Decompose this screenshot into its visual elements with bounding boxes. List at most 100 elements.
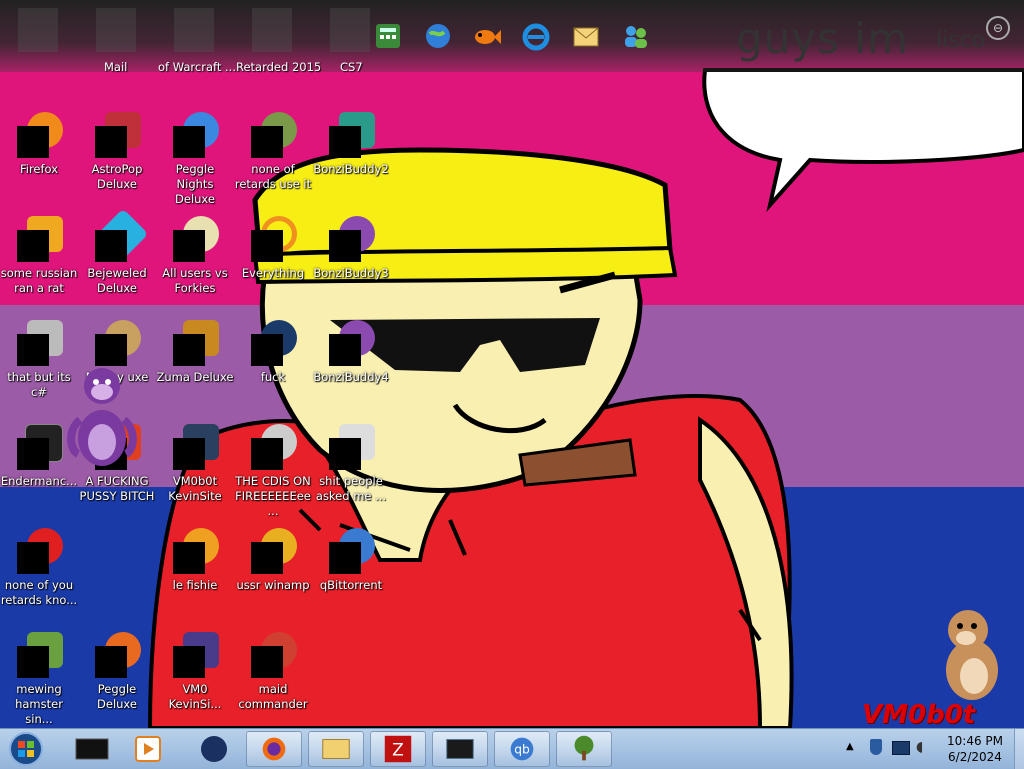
security-shield-icon[interactable]: [870, 739, 882, 755]
bonzibuddy-agent[interactable]: [62, 360, 142, 472]
tray-expand-icon[interactable]: ▲: [846, 741, 854, 752]
desktop-icon-shit-people-asked[interactable]: shit people asked me ...: [312, 424, 390, 524]
vm0b0t-watermark: VM0b0t: [862, 700, 976, 728]
svg-text:qb: qb: [514, 743, 530, 757]
taskbar-tree-app-icon[interactable]: [556, 731, 612, 767]
redaction-box: [95, 230, 127, 262]
desktop-icon-bonzibuddy3[interactable]: BonziBuddy3: [312, 216, 390, 316]
partial-label-warcraft: of Warcraft ...: [158, 60, 236, 74]
desktop-icon-label: Everything: [241, 266, 305, 280]
partial-label-retarded: Retarded 2015: [236, 60, 322, 74]
redaction-box: [329, 334, 361, 366]
ghost-app-icon: [18, 8, 58, 52]
overlay-caption: guys im: [736, 14, 909, 63]
redaction-box: [329, 438, 361, 470]
desktop-icon-label: some russian ran a rat: [0, 266, 78, 295]
desktop-icon-label: AstroPop Deluxe: [91, 162, 143, 191]
volume-icon[interactable]: ◖: [916, 739, 923, 755]
redaction-box: [17, 438, 49, 470]
desktop[interactable]: Mail of Warcraft ... Retarded 2015 CS7 g…: [0, 0, 1024, 728]
desktop-icon-bonzibuddy2[interactable]: BonziBuddy2: [312, 112, 390, 212]
taskbar-terminal-2-icon[interactable]: [432, 731, 488, 767]
desktop-icon-vm0b0t-kevinsite[interactable]: VM0b0t KevinSite: [156, 424, 234, 524]
redaction-box: [329, 126, 361, 158]
taskbar-clock[interactable]: 10:46 PM 6/2/2024: [940, 733, 1010, 765]
desktop-icon-label: A FUCKING PUSSY BITCH: [79, 474, 155, 503]
ghost-mail-icon: [96, 8, 136, 52]
desktop-icon-maid-commander[interactable]: maid commander: [234, 632, 312, 728]
desktop-icon-label: shit people asked me ...: [315, 474, 387, 503]
redaction-box: [173, 542, 205, 574]
desktop-icon-label: le fishie: [172, 578, 218, 592]
desktop-icon-label: VM0b0t KevinSite: [168, 474, 222, 503]
redaction-box: [251, 542, 283, 574]
overlay-caption-2: lisco: [936, 28, 986, 53]
desktop-icon-label: Firefox: [19, 162, 59, 176]
partial-label-cs7: CS7: [340, 60, 363, 74]
desktop-icon-none-of-you-retards[interactable]: none of you retards kno...: [0, 528, 78, 628]
taskbar-terminal-icon[interactable]: [64, 731, 120, 767]
taskbar-explorer-icon[interactable]: [308, 731, 364, 767]
desktop-icon-ussr-winamp[interactable]: ussr winamp: [234, 528, 312, 628]
desktop-icon-firefox[interactable]: Firefox: [0, 112, 78, 212]
redaction-box: [251, 646, 283, 678]
desktop-icon-bonzibuddy4[interactable]: BonziBuddy4: [312, 320, 390, 420]
redaction-box: [17, 230, 49, 262]
desktop-icon-everything[interactable]: Everything: [234, 216, 312, 316]
desktop-icon-label: BonziBuddy4: [313, 370, 389, 384]
desktop-icon-the-cdis-on-fire[interactable]: THE CDIS ON FIREEEEEEee...: [234, 424, 312, 524]
redaction-box: [173, 646, 205, 678]
taskbar-qbittorrent-icon[interactable]: qb: [494, 731, 550, 767]
desktop-icon-label: BonziBuddy3: [313, 266, 389, 280]
show-desktop-button[interactable]: [1014, 729, 1024, 769]
desktop-icon-astropop[interactable]: AstroPop Deluxe: [78, 112, 156, 212]
desktop-icon-zuma[interactable]: Zuma Deluxe: [156, 320, 234, 420]
calculator-icon[interactable]: [372, 20, 404, 52]
desktop-icon-fuck[interactable]: fuck: [234, 320, 312, 420]
desktop-icon-le-fishie[interactable]: le fishie: [156, 528, 234, 628]
desktop-icon-label: mewing hamster sin...: [15, 682, 63, 726]
desktop-icon-label: none of you retards kno...: [0, 578, 78, 607]
taskbar-globe-icon[interactable]: [186, 731, 242, 767]
redaction-box: [95, 126, 127, 158]
redaction-box: [17, 542, 49, 574]
ghost-warcraft-icon: [174, 8, 214, 52]
taskbar-media-player-icon[interactable]: [120, 731, 176, 767]
desktop-icon-label: Bejeweled Deluxe: [87, 266, 147, 295]
desktop-icon-qbittorrent[interactable]: qBittorrent: [312, 528, 390, 628]
redaction-box: [251, 126, 283, 158]
goldfish-icon[interactable]: [470, 20, 502, 52]
desktop-icon-peggle-nights[interactable]: Peggle Nights Deluxe: [156, 112, 234, 212]
redaction-box: [329, 230, 361, 262]
globe-icon[interactable]: [422, 20, 454, 52]
redaction-box: [17, 126, 49, 158]
mail-icon[interactable]: [570, 20, 602, 52]
desktop-icon-label: Peggle Deluxe: [97, 682, 137, 711]
ghost-cs7-icon: [330, 8, 370, 52]
redaction-box: [95, 646, 127, 678]
network-icon[interactable]: [892, 741, 910, 755]
partial-label-mail: Mail: [104, 60, 128, 74]
desktop-icon-none-of-retards[interactable]: none of retards use it: [234, 112, 312, 212]
desktop-icon-label: none of retards use it: [234, 162, 312, 191]
desktop-icon-vm0-kevinsite[interactable]: VM0 KevinSi...: [156, 632, 234, 728]
desktop-icon-label: VM0 KevinSi...: [168, 682, 222, 711]
redaction-box: [17, 334, 49, 366]
desktop-icon-mewing-hamster[interactable]: mewing hamster sin...: [0, 632, 78, 728]
internet-explorer-icon[interactable]: [520, 20, 552, 52]
clock-date: 6/2/2024: [948, 750, 1002, 764]
desktop-icon-label: All users vs Forkies: [162, 266, 228, 295]
start-button[interactable]: [4, 731, 48, 767]
redaction-box: [173, 438, 205, 470]
taskbar-filezilla-icon[interactable]: Z: [370, 731, 426, 767]
desktop-icon-peggle-deluxe[interactable]: Peggle Deluxe: [78, 632, 156, 728]
desktop-icon-some-russian[interactable]: some russian ran a rat: [0, 216, 78, 316]
desktop-icon-bejeweled[interactable]: Bejeweled Deluxe: [78, 208, 156, 316]
desktop-icon-all-users[interactable]: All users vs Forkies: [156, 216, 234, 316]
desktop-icon-label: ussr winamp: [236, 578, 310, 592]
messenger-icon[interactable]: [620, 20, 652, 52]
clock-time: 10:46 PM: [947, 734, 1003, 748]
hamster-agent[interactable]: [934, 604, 1008, 704]
toolbar-close-icon[interactable]: ⊖: [986, 16, 1010, 40]
taskbar-firefox-icon[interactable]: [246, 731, 302, 767]
